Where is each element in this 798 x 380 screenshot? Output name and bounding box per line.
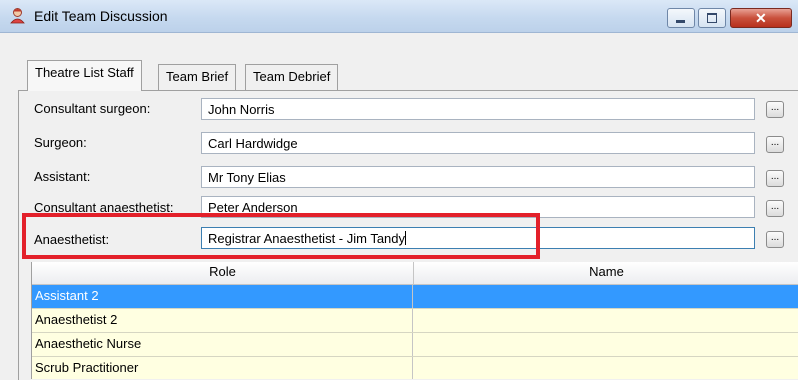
name-cell[interactable] [413, 285, 798, 308]
role-cell: Scrub Practitioner [32, 357, 413, 379]
assistant-browse-button[interactable]: ... [766, 170, 784, 187]
role-cell: Anaesthetist 2 [32, 309, 413, 332]
table-row[interactable]: Assistant 2 [32, 285, 798, 309]
window-title: Edit Team Discussion [34, 8, 168, 24]
role-cell: Anaesthetic Nurse [32, 333, 413, 356]
consultant-surgeon-field[interactable]: John Norris [201, 98, 755, 120]
role-column-header[interactable]: Role [32, 262, 414, 284]
surgeon-label: Surgeon: [34, 135, 87, 150]
table-row[interactable]: Anaesthetic Nurse [32, 333, 798, 357]
surgeon-field[interactable]: Carl Hardwidge [201, 132, 755, 154]
assistant-field[interactable]: Mr Tony Elias [201, 166, 755, 188]
surgeon-browse-button[interactable]: ... [766, 136, 784, 153]
highlight-box [22, 213, 540, 259]
consultant-surgeon-browse-button[interactable]: ... [766, 101, 784, 118]
tab-team-brief[interactable]: Team Brief [158, 64, 237, 90]
name-cell[interactable] [413, 333, 798, 356]
assistant-label: Assistant: [34, 169, 91, 184]
close-button[interactable]: ✕ [730, 8, 792, 28]
tab-team-debrief[interactable]: Team Debrief [245, 64, 339, 90]
app-icon [10, 8, 25, 24]
staff-roles-table: Role Name Assistant 2 Anaesthetist 2 Ana… [31, 262, 798, 379]
anaesthetist-browse-button[interactable]: ... [766, 231, 784, 248]
consultant-anaesthetist-browse-button[interactable]: ... [766, 200, 784, 217]
tab-theatre-list-staff[interactable]: Theatre List Staff [27, 60, 142, 91]
table-row[interactable]: Scrub Practitioner [32, 357, 798, 379]
maximize-icon [707, 13, 717, 23]
maximize-button[interactable] [698, 8, 726, 28]
table-header: Role Name [32, 262, 798, 285]
name-cell[interactable] [413, 309, 798, 332]
title-bar: Edit Team Discussion ✕ [0, 0, 798, 33]
minimize-button[interactable] [667, 8, 695, 28]
role-cell: Assistant 2 [32, 285, 413, 308]
close-icon: ✕ [755, 10, 767, 26]
table-row[interactable]: Anaesthetist 2 [32, 309, 798, 333]
minimize-icon [676, 20, 685, 23]
name-column-header[interactable]: Name [414, 262, 798, 284]
name-cell[interactable] [413, 357, 798, 379]
consultant-surgeon-label: Consultant surgeon: [34, 101, 151, 116]
